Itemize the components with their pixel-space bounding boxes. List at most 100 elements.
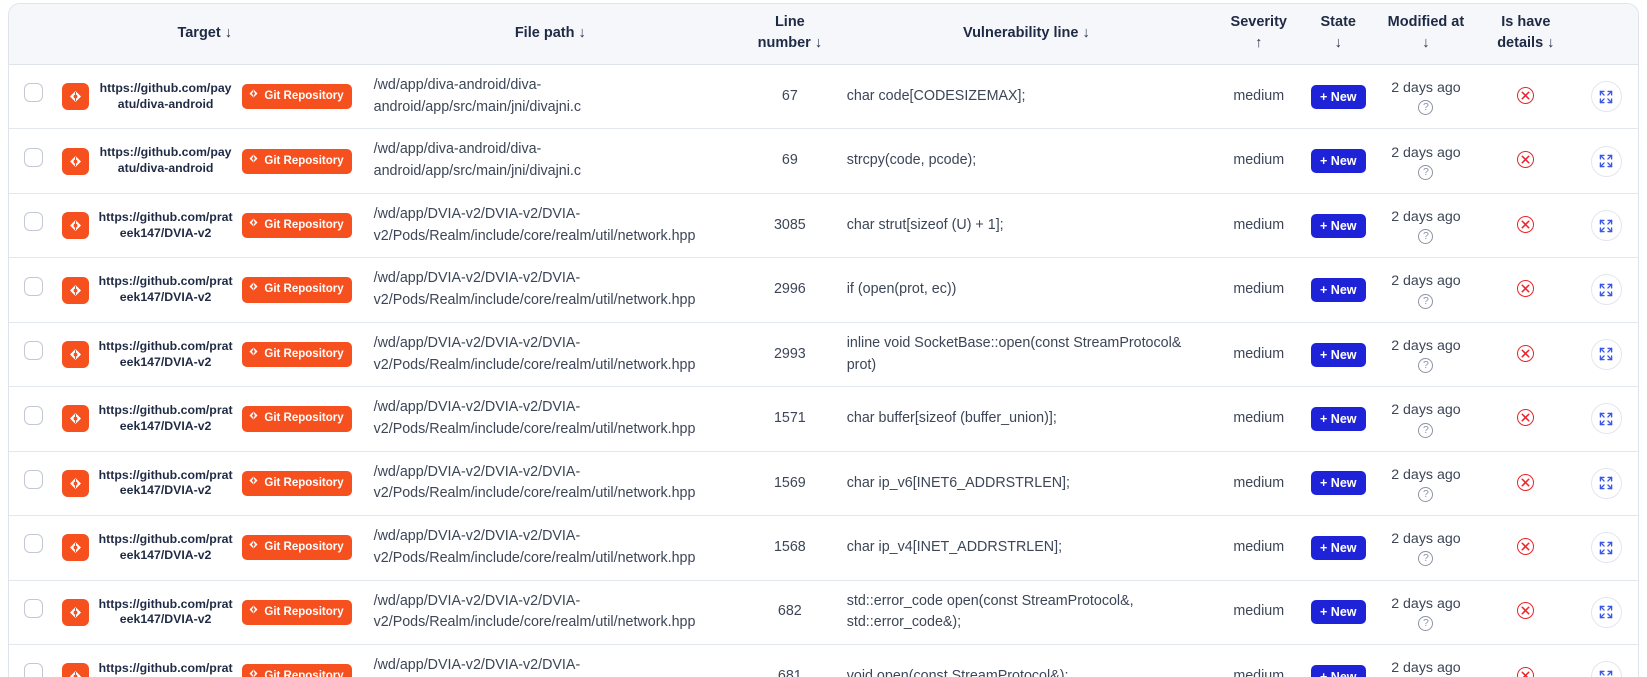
column-header-severity[interactable]: Severity ↑ (1215, 4, 1302, 66)
target-url[interactable]: https://github.com/prateek147/DVIA-v2 (97, 339, 235, 370)
column-header-target[interactable]: Target ↓ (51, 4, 358, 66)
column-header-actions (1574, 4, 1638, 66)
row-checkbox[interactable] (24, 534, 43, 554)
sort-arrow-icon[interactable]: ↑ (1255, 35, 1262, 51)
column-header-modified-at[interactable]: Modified at ↓ (1374, 4, 1477, 66)
expand-arrows-icon[interactable] (1590, 596, 1622, 628)
column-header-is-have-details[interactable]: Is have details ↓ (1476, 4, 1575, 66)
state-cell: + New (1301, 386, 1375, 452)
sort-arrow-icon[interactable]: ↓ (815, 35, 822, 51)
target-url[interactable]: https://github.com/prateek147/DVIA-v2 (97, 597, 235, 628)
state-new-button[interactable]: + New (1311, 471, 1366, 496)
state-new-button[interactable]: + New (1311, 84, 1366, 109)
expand-arrows-icon[interactable] (1590, 274, 1622, 306)
row-checkbox[interactable] (24, 663, 43, 677)
expand-arrows-icon[interactable] (1590, 338, 1622, 370)
target-url[interactable]: https://github.com/prateek147/DVIA-v2 (97, 210, 235, 241)
table-row[interactable]: https://github.com/prateek147/DVIA-v2 Git… (9, 192, 1638, 258)
is-have-details-cell (1476, 579, 1575, 645)
git-repository-badge[interactable]: Git Repository (242, 341, 352, 368)
is-have-details-cell (1476, 321, 1575, 387)
expand-arrows-icon[interactable] (1590, 661, 1622, 677)
table-row[interactable]: https://github.com/prateek147/DVIA-v2 Git… (9, 515, 1638, 581)
question-circle-icon[interactable]: ? (1418, 164, 1434, 180)
circle-x-icon (1517, 537, 1535, 555)
sort-arrow-icon[interactable]: ↓ (1422, 35, 1429, 51)
row-checkbox[interactable] (24, 83, 43, 103)
row-checkbox[interactable] (24, 212, 43, 232)
state-new-button[interactable]: + New (1311, 149, 1366, 174)
row-checkbox[interactable] (24, 470, 43, 489)
git-repository-badge[interactable]: Git Repository (242, 148, 352, 174)
table-row[interactable]: https://github.com/payatu/diva-android Gi… (9, 65, 1638, 129)
git-repository-badge[interactable]: Git Repository (242, 599, 352, 625)
sort-arrow-icon[interactable]: ↓ (225, 25, 232, 41)
row-checkbox[interactable] (24, 147, 43, 167)
column-header-file-path[interactable]: File path ↓ (357, 4, 743, 66)
git-repository-badge[interactable]: Git Repository (242, 535, 352, 561)
question-circle-icon[interactable]: ? (1418, 615, 1434, 631)
question-circle-icon[interactable]: ? (1418, 358, 1434, 374)
question-circle-icon[interactable]: ? (1418, 422, 1434, 438)
header-row: Target ↓ File path ↓ Line number ↓ Vulne… (9, 4, 1638, 66)
expand-arrows-icon[interactable] (1590, 467, 1622, 499)
git-repository-badge[interactable]: Git Repository (242, 277, 352, 303)
target-url[interactable]: https://github.com/prateek147/DVIA-v2 (97, 274, 235, 305)
target-url[interactable]: https://github.com/prateek147/DVIA-v2 (97, 532, 235, 563)
row-checkbox[interactable] (24, 405, 43, 425)
table-row[interactable]: https://github.com/prateek147/DVIA-v2 Git… (9, 386, 1638, 452)
sort-arrow-icon[interactable]: ↓ (1547, 35, 1554, 51)
table-row[interactable]: https://github.com/prateek147/DVIA-v2 Git… (9, 643, 1638, 677)
git-badge-icon (248, 281, 259, 298)
state-new-button[interactable]: + New (1311, 600, 1366, 625)
question-circle-icon[interactable]: ? (1418, 100, 1434, 116)
row-checkbox[interactable] (24, 341, 43, 361)
severity-cell: medium (1215, 321, 1302, 387)
sort-arrow-icon[interactable]: ↓ (578, 25, 585, 41)
question-circle-icon[interactable]: ? (1418, 229, 1434, 245)
target-url[interactable]: https://github.com/payatu/diva-android (97, 81, 235, 112)
target-cell: https://github.com/prateek147/DVIA-v2 Git… (51, 579, 358, 645)
table-row[interactable]: https://github.com/prateek147/DVIA-v2 Git… (9, 257, 1638, 323)
column-header-state[interactable]: State ↓ (1301, 4, 1375, 66)
expand-arrows-icon[interactable] (1590, 145, 1622, 177)
state-new-button[interactable]: + New (1311, 406, 1366, 431)
expand-arrows-icon[interactable] (1590, 81, 1622, 113)
row-checkbox[interactable] (24, 276, 43, 296)
sort-arrow-icon[interactable]: ↓ (1082, 25, 1089, 41)
row-checkbox[interactable] (24, 598, 43, 618)
question-circle-icon[interactable]: ? (1418, 551, 1434, 567)
table-row[interactable]: https://github.com/prateek147/DVIA-v2 Git… (9, 321, 1638, 387)
actions-cell (1575, 65, 1638, 129)
actions-cell (1574, 450, 1638, 516)
target-url[interactable]: https://github.com/prateek147/DVIA-v2 (97, 403, 235, 434)
state-new-button[interactable]: + New (1311, 278, 1366, 303)
target-url[interactable]: https://github.com/prateek147/DVIA-v2 (97, 661, 235, 677)
git-repo-icon (61, 469, 89, 497)
state-new-button[interactable]: + New (1311, 213, 1366, 238)
state-new-button[interactable]: + New (1311, 342, 1366, 367)
table-row[interactable]: https://github.com/prateek147/DVIA-v2 Git… (9, 579, 1638, 645)
expand-arrows-icon[interactable] (1590, 532, 1622, 564)
expand-arrows-icon[interactable] (1590, 210, 1622, 241)
line-number-cell: 682 (742, 579, 837, 645)
git-repository-badge[interactable]: Git Repository (242, 664, 352, 677)
git-repository-badge[interactable]: Git Repository (242, 84, 352, 110)
state-new-button[interactable]: + New (1311, 664, 1366, 677)
column-header-vulnerability-line[interactable]: Vulnerability line ↓ (836, 4, 1216, 66)
git-repository-badge[interactable]: Git Repository (242, 470, 352, 496)
target-url[interactable]: https://github.com/prateek147/DVIA-v2 (97, 468, 235, 499)
sort-arrow-icon[interactable]: ↓ (1335, 35, 1342, 51)
git-repository-badge[interactable]: Git Repository (242, 406, 352, 432)
column-header-line-number[interactable]: Line number ↓ (742, 4, 837, 66)
table-row[interactable]: https://github.com/prateek147/DVIA-v2 Git… (9, 450, 1638, 516)
state-new-button[interactable]: + New (1311, 535, 1366, 560)
question-circle-icon[interactable]: ? (1418, 293, 1434, 309)
modified-at-cell: 2 days ago? (1374, 192, 1477, 258)
git-repository-badge[interactable]: Git Repository (242, 213, 352, 239)
circle-x-icon (1517, 666, 1535, 677)
expand-arrows-icon[interactable] (1590, 403, 1622, 435)
question-circle-icon[interactable]: ? (1418, 487, 1434, 503)
target-url[interactable]: https://github.com/payatu/diva-android (97, 145, 235, 176)
table-row[interactable]: https://github.com/payatu/diva-android Gi… (9, 128, 1638, 194)
